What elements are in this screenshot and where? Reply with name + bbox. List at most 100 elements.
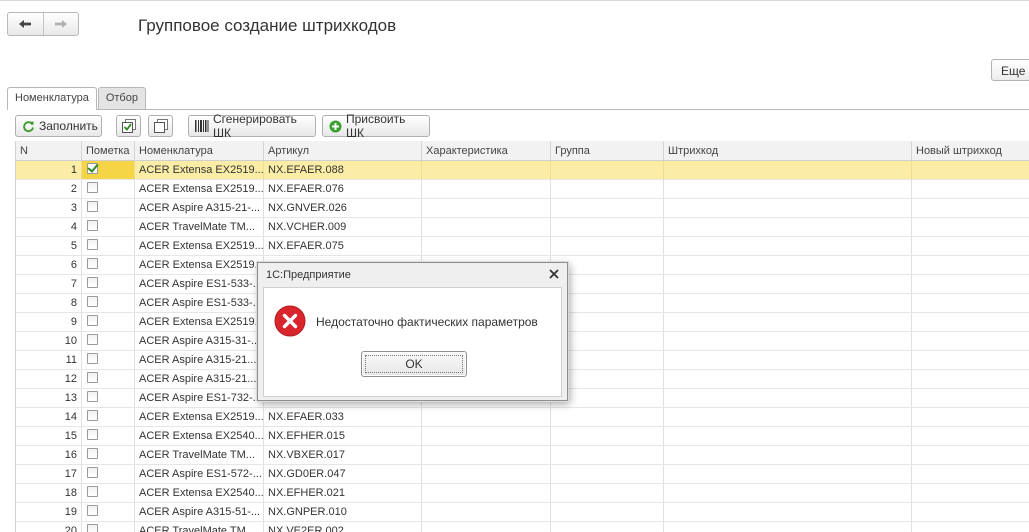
uncheck-all-button[interactable] [148, 115, 173, 137]
cell-characteristic [422, 427, 551, 445]
mark-checkbox[interactable] [87, 258, 98, 269]
cell-nomenclature: ACER Aspire ES1-572-... [135, 465, 264, 483]
cell-n: 10 [16, 332, 82, 350]
cell-n: 9 [16, 313, 82, 331]
cell-barcode [664, 294, 912, 312]
close-icon[interactable] [548, 268, 560, 280]
cell-characteristic [422, 484, 551, 502]
cell-barcode [664, 484, 912, 502]
cell-n: 17 [16, 465, 82, 483]
table-row[interactable]: 17 ACER Aspire ES1-572-... NX.GD0ER.047 [16, 465, 1029, 484]
column-header-barcode[interactable]: Штрихкод [664, 141, 912, 160]
dialog-title: 1С:Предприятие [266, 269, 351, 281]
mark-checkbox[interactable] [87, 353, 98, 364]
dialog-message: Недостаточно фактических параметров [316, 315, 538, 329]
mark-checkbox[interactable] [87, 296, 98, 307]
cell-new-barcode [912, 389, 1029, 407]
cell-characteristic [422, 408, 551, 426]
column-header-group[interactable]: Группа [551, 141, 664, 160]
table-row[interactable]: 4 ACER TravelMate TM... NX.VCHER.009 [16, 218, 1029, 237]
column-header-new-barcode[interactable]: Новый штрихкод [912, 141, 1029, 160]
generate-barcode-button[interactable]: Сгенерировать ШК [188, 112, 316, 140]
cell-mark [82, 503, 135, 521]
table-row[interactable]: 15 ACER Extensa EX2540... NX.EFHER.015 [16, 427, 1029, 446]
check-all-button[interactable] [116, 115, 141, 137]
mark-checkbox[interactable] [87, 182, 98, 193]
mark-checkbox[interactable] [87, 391, 98, 402]
mark-checkbox[interactable] [87, 277, 98, 288]
mark-checkbox[interactable] [87, 410, 98, 421]
column-header-nomenclature[interactable]: Номенклатура [135, 141, 264, 160]
cell-mark [82, 180, 135, 198]
cell-mark [82, 408, 135, 426]
column-header-mark[interactable]: Пометка [82, 141, 135, 160]
cell-characteristic [422, 161, 551, 179]
column-header-n[interactable]: N [16, 141, 82, 160]
assign-barcode-label: Присвоить ШК [346, 112, 406, 140]
mark-checkbox[interactable] [87, 448, 98, 459]
arrow-left-icon [18, 19, 32, 29]
fill-button[interactable]: Заполнить [15, 115, 102, 137]
assign-barcode-button[interactable]: Присвоить ШК [322, 112, 430, 140]
page-title: Групповое создание штрихкодов [138, 16, 397, 35]
mark-checkbox[interactable] [87, 315, 98, 326]
cell-article: NX.VBXER.017 [264, 446, 422, 464]
cell-mark [82, 370, 135, 388]
table-row[interactable]: 5 ACER Extensa EX2519... NX.EFAER.075 [16, 237, 1029, 256]
cell-nomenclature: ACER Extensa EX2519... [135, 256, 264, 274]
more-button[interactable]: Еще - [991, 59, 1029, 81]
generate-barcode-label: Сгенерировать ШК [213, 112, 297, 140]
cell-nomenclature: ACER Aspire A315-31-... [135, 332, 264, 350]
table-row[interactable]: 14 ACER Extensa EX2519... NX.EFAER.033 [16, 408, 1029, 427]
mark-checkbox[interactable] [87, 163, 98, 174]
table-row[interactable]: 1 ACER Extensa EX2519... NX.EFAER.088 [16, 161, 1029, 180]
cell-nomenclature: ACER Extensa EX2519... [135, 237, 264, 255]
cell-mark [82, 237, 135, 255]
mark-checkbox[interactable] [87, 220, 98, 231]
cell-barcode [664, 180, 912, 198]
mark-checkbox[interactable] [87, 505, 98, 516]
column-header-article[interactable]: Артикул [264, 141, 422, 160]
ok-button[interactable]: OK [361, 351, 467, 377]
mark-checkbox[interactable] [87, 429, 98, 440]
table-row[interactable]: 3 ACER Aspire A315-21-... NX.GNVER.026 [16, 199, 1029, 218]
cell-barcode [664, 446, 912, 464]
cell-nomenclature: ACER Extensa EX2519... [135, 313, 264, 331]
mark-checkbox[interactable] [87, 467, 98, 478]
mark-checkbox[interactable] [87, 239, 98, 250]
dialog-body: Недостаточно фактических параметров OK [263, 287, 562, 397]
table-header: N Пометка Номенклатура Артикул Характери… [16, 141, 1029, 161]
table-row[interactable]: 19 ACER Aspire A315-51-... NX.GNPER.010 [16, 503, 1029, 522]
cell-new-barcode [912, 427, 1029, 445]
cell-barcode [664, 161, 912, 179]
mark-checkbox[interactable] [87, 201, 98, 212]
column-header-characteristic[interactable]: Характеристика [422, 141, 551, 160]
mark-checkbox[interactable] [87, 486, 98, 497]
cell-new-barcode [912, 199, 1029, 217]
cell-mark [82, 465, 135, 483]
cell-new-barcode [912, 351, 1029, 369]
cell-nomenclature: ACER Aspire A315-21... [135, 370, 264, 388]
mark-checkbox[interactable] [87, 372, 98, 383]
cell-n: 16 [16, 446, 82, 464]
mark-checkbox[interactable] [87, 524, 98, 532]
cell-nomenclature: ACER Extensa EX2540... [135, 484, 264, 502]
cell-group [551, 180, 664, 198]
tab-filter[interactable]: Отбор [97, 87, 146, 109]
table-row[interactable]: 16 ACER TravelMate TM... NX.VBXER.017 [16, 446, 1029, 465]
cell-nomenclature: ACER Aspire ES1-732-... [135, 389, 264, 407]
table-row[interactable]: 2 ACER Extensa EX2519... NX.EFAER.076 [16, 180, 1029, 199]
cell-characteristic [422, 503, 551, 521]
tab-nomenclature[interactable]: Номенклатура [7, 87, 97, 110]
back-button[interactable] [8, 13, 43, 35]
table-row[interactable]: 20 ACER TravelMate TM... NX.VE2ER.002 [16, 522, 1029, 532]
cell-barcode [664, 503, 912, 521]
plus-circle-icon [329, 120, 342, 133]
cell-n: 12 [16, 370, 82, 388]
forward-button[interactable] [42, 13, 79, 35]
table-row[interactable]: 18 ACER Extensa EX2540... NX.EFHER.021 [16, 484, 1029, 503]
cell-group [551, 484, 664, 502]
cell-n: 2 [16, 180, 82, 198]
mark-checkbox[interactable] [87, 334, 98, 345]
cell-barcode [664, 351, 912, 369]
